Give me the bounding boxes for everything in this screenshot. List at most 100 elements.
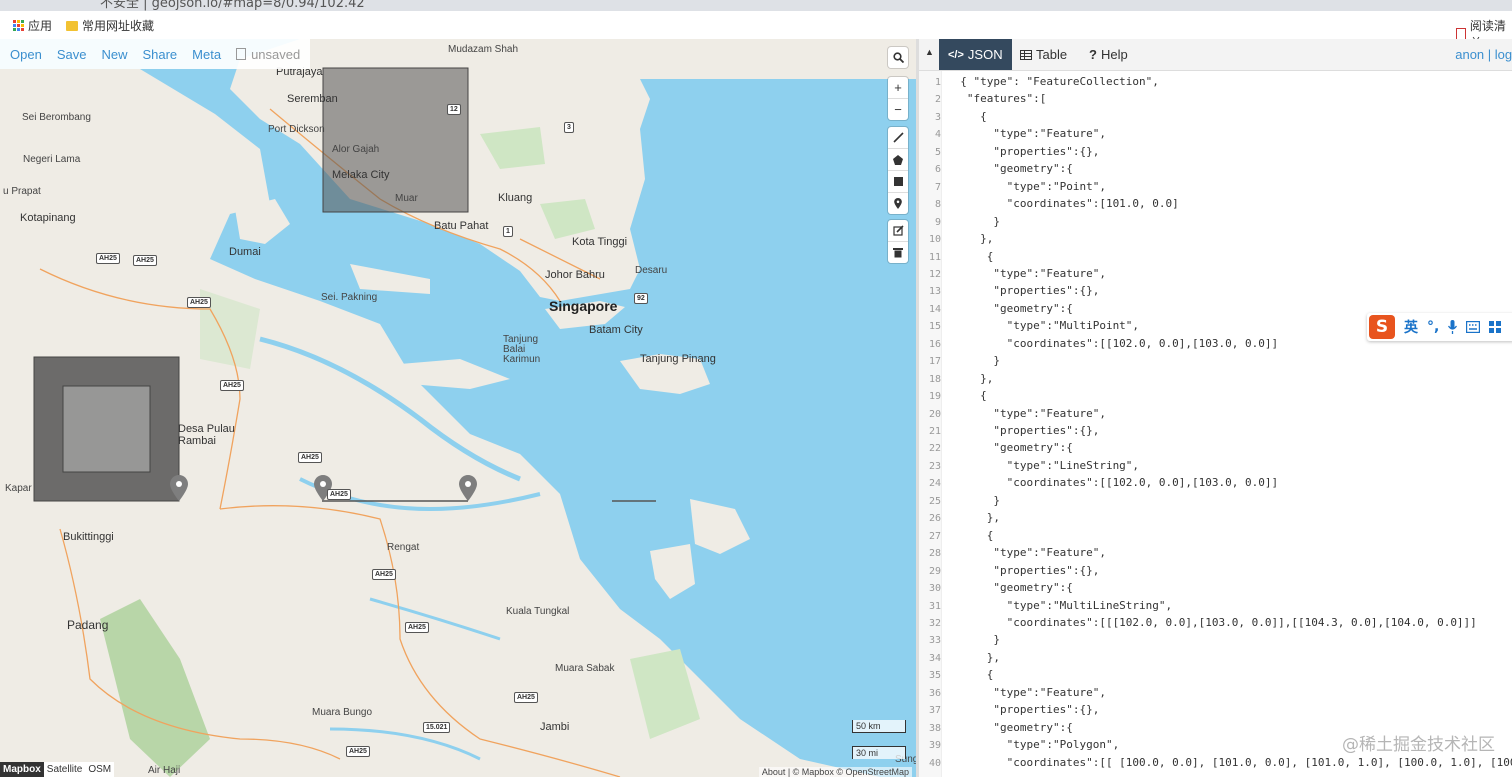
line-code: "type":"Feature",: [947, 127, 1106, 141]
place-label: Kuala Tungkal: [506, 606, 570, 617]
json-editor[interactable]: 1 { "type": "FeatureCollection", 2 "featu…: [919, 71, 1512, 777]
editor-line[interactable]: 11 {: [919, 248, 993, 265]
map-marker-icon[interactable]: [459, 475, 477, 501]
editor-line[interactable]: 25 }: [919, 492, 1000, 509]
editor-line[interactable]: 22 "geometry":{: [919, 439, 1073, 456]
tab-label: Table: [1036, 47, 1068, 62]
editor-line[interactable]: 40 "coordinates":[[ [100.0, 0.0], [101.0…: [919, 754, 1512, 771]
layer-mapbox[interactable]: Mapbox: [0, 762, 44, 777]
editor-line[interactable]: 34 },: [919, 649, 1000, 666]
editor-line[interactable]: 2 "features":[: [919, 90, 1046, 107]
zoom-in-icon[interactable]: +: [888, 77, 908, 99]
draw-marker-icon[interactable]: [888, 193, 908, 214]
bookmarks-bar: 应用 常用网址收藏 阅读清单: [0, 11, 1512, 50]
line-number: 8: [934, 199, 941, 211]
layer-osm[interactable]: OSM: [85, 762, 115, 777]
map-base: [0, 39, 916, 777]
tab-table[interactable]: Table: [1011, 39, 1076, 70]
grid-icon[interactable]: [1489, 321, 1502, 333]
browser-address-bar[interactable]: 不安全 | geojson.io/#map=8/0.94/102.42: [0, 0, 1512, 11]
editor-line[interactable]: 20 "type":"Feature",: [919, 405, 1106, 422]
new-button[interactable]: New: [101, 47, 127, 62]
editor-line[interactable]: 10 },: [919, 230, 993, 247]
editor-line[interactable]: 31 "type":"MultiLineString",: [919, 597, 1172, 614]
open-button[interactable]: Open: [10, 47, 42, 62]
road-shield: AH25: [405, 622, 429, 633]
editor-line[interactable]: 3 {: [919, 108, 987, 125]
editor-line[interactable]: 16 "coordinates":[[102.0, 0.0],[103.0, 0…: [919, 335, 1278, 352]
road-shield: 1: [503, 226, 513, 237]
draw-toolbar: [888, 127, 908, 214]
tab-label: Help: [1100, 47, 1128, 62]
place-label: Kapar: [5, 483, 32, 494]
place-label: Bukittinggi: [63, 531, 114, 543]
line-number: 30: [928, 583, 941, 595]
draw-rectangle-icon[interactable]: [888, 171, 908, 193]
place-label: Kluang: [498, 192, 533, 204]
scale-metric: 50 km: [852, 720, 906, 733]
editor-line[interactable]: 39 "type":"Polygon",: [919, 736, 1119, 753]
editor-line[interactable]: 38 "geometry":{: [919, 719, 1073, 736]
editor-line[interactable]: 15 "type":"MultiPoint",: [919, 317, 1139, 334]
search-icon[interactable]: [888, 47, 908, 68]
editor-line[interactable]: 5 "properties":{},: [919, 143, 1099, 160]
tab-json[interactable]: </> JSON: [939, 39, 1012, 70]
editor-line[interactable]: 4 "type":"Feature",: [919, 125, 1106, 142]
microphone-icon[interactable]: [1448, 320, 1458, 334]
line-code: "type":"MultiLineString",: [947, 598, 1173, 612]
editor-line[interactable]: 37 "properties":{},: [919, 701, 1099, 718]
editor-line[interactable]: 29 "properties":{},: [919, 562, 1099, 579]
editor-line[interactable]: 12 "type":"Feature",: [919, 265, 1106, 282]
bookmark-label: 应用: [28, 19, 53, 33]
editor-line[interactable]: 24 "coordinates":[[102.0, 0.0],[103.0, 0…: [919, 474, 1278, 491]
editor-line[interactable]: 32 "coordinates":[[[102.0, 0.0],[103.0, …: [919, 614, 1477, 631]
editor-line[interactable]: 36 "type":"Feature",: [919, 684, 1106, 701]
editor-line[interactable]: 1 { "type": "FeatureCollection",: [919, 73, 1159, 90]
editor-line[interactable]: 14 "geometry":{: [919, 300, 1073, 317]
editor-line[interactable]: 26 },: [919, 509, 1000, 526]
editor-line[interactable]: 8 "coordinates":[101.0, 0.0]: [919, 195, 1179, 212]
user-login-link[interactable]: anon | logi: [1455, 47, 1512, 62]
meta-button[interactable]: Meta: [192, 47, 221, 62]
editor-line[interactable]: 35 {: [919, 666, 993, 683]
line-code: {: [947, 668, 994, 682]
editor-line[interactable]: 9 }: [919, 213, 1000, 230]
editor-line[interactable]: 27 {: [919, 527, 993, 544]
document-icon: [236, 48, 247, 60]
edit-icon[interactable]: [888, 220, 908, 242]
line-number: 39: [928, 740, 941, 752]
line-number: 15: [928, 321, 941, 333]
collapse-icon[interactable]: ▲: [925, 47, 934, 57]
editor-line[interactable]: 19 {: [919, 387, 987, 404]
ime-mode-label[interactable]: 英: [1404, 317, 1418, 337]
save-button[interactable]: Save: [57, 47, 87, 62]
bookmark-apps[interactable]: 应用: [13, 17, 52, 34]
sogou-icon[interactable]: S: [1369, 315, 1395, 339]
editor-line[interactable]: 6 "geometry":{: [919, 160, 1073, 177]
editor-line[interactable]: 28 "type":"Feature",: [919, 544, 1106, 561]
line-number: 29: [928, 565, 941, 577]
editor-line[interactable]: 33 }: [919, 631, 1000, 648]
line-code: "properties":{},: [947, 144, 1100, 158]
map-view[interactable]: Mudazam Shah Putrajaya Seremban Sei Bero…: [0, 39, 916, 777]
delete-icon[interactable]: [888, 242, 908, 263]
draw-polygon-icon[interactable]: [888, 149, 908, 171]
layer-satellite[interactable]: Satellite: [43, 762, 86, 777]
zoom-out-icon[interactable]: −: [888, 99, 908, 120]
editor-line[interactable]: 18 },: [919, 370, 993, 387]
ime-punct-icon[interactable]: °,: [1427, 319, 1439, 335]
keyboard-icon[interactable]: [1466, 321, 1481, 333]
draw-line-icon[interactable]: [888, 127, 908, 149]
editor-line[interactable]: 7 "type":"Point",: [919, 178, 1106, 195]
line-code: "features":[: [947, 92, 1047, 106]
tab-help[interactable]: ? Help: [1080, 39, 1137, 70]
bookmark-folder[interactable]: 常用网址收藏: [66, 17, 154, 34]
editor-line[interactable]: 17 }: [919, 352, 1000, 369]
map-attribution[interactable]: About | © Mapbox © OpenStreetMap: [758, 767, 912, 777]
editor-line[interactable]: 13 "properties":{},: [919, 282, 1099, 299]
map-marker-icon[interactable]: [170, 475, 188, 501]
share-button[interactable]: Share: [142, 47, 177, 62]
editor-line[interactable]: 21 "properties":{},: [919, 422, 1099, 439]
editor-line[interactable]: 30 "geometry":{: [919, 579, 1073, 596]
editor-line[interactable]: 23 "type":"LineString",: [919, 457, 1139, 474]
